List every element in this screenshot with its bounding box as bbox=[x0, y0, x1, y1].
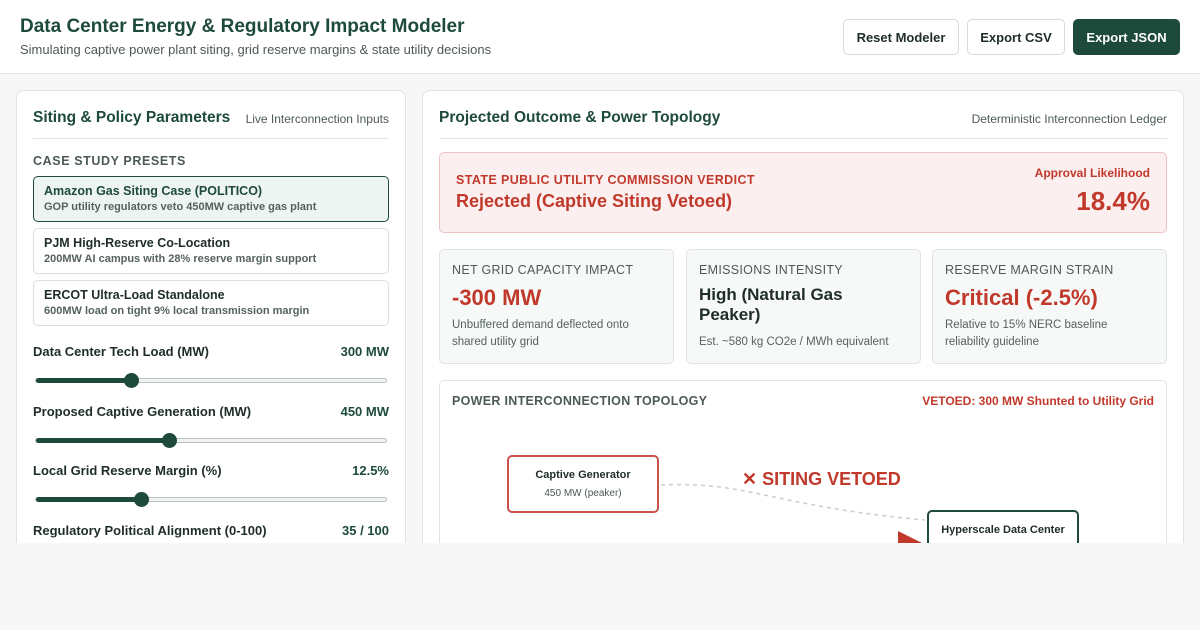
power-topology-diagram: POWER INTERCONNECTION TOPOLOGY VETOED: 3… bbox=[439, 380, 1167, 559]
reserve-margin-slider[interactable] bbox=[35, 492, 387, 507]
preset-title: ERCOT Ultra-Load Standalone bbox=[44, 288, 225, 302]
metric-value: Critical (-2.5%) bbox=[945, 285, 1098, 310]
preset-title: PJM High-Reserve Co-Location bbox=[44, 236, 231, 250]
slider-value: 450 MW bbox=[340, 404, 389, 419]
app-title: Data Center Energy & Regulatory Impact M… bbox=[20, 16, 465, 37]
slider-thumb[interactable] bbox=[123, 373, 139, 388]
slider-thumb[interactable] bbox=[162, 433, 177, 448]
preset-description: GOP utility regulators veto 450MW captiv… bbox=[44, 201, 317, 213]
projected-outcome-panel: Projected Outcome & Power Topology Deter… bbox=[422, 90, 1184, 560]
slider-label: Proposed Captive Generation (MW) bbox=[33, 404, 252, 419]
preset-ercot-ultra-load[interactable]: ERCOT Ultra-Load Standalone 600MW load o… bbox=[33, 280, 389, 326]
panel-header: Projected Outcome & Power Topology Deter… bbox=[439, 91, 1167, 139]
captive-generator-node[interactable]: Captive Generator 450 MW (peaker) bbox=[507, 455, 659, 513]
node-name: Hyperscale Data Center bbox=[941, 524, 1065, 536]
net-grid-capacity-card: NET GRID CAPACITY IMPACT -300 MW Unbuffe… bbox=[439, 249, 674, 364]
topology-status: VETOED: 300 MW Shunted to Utility Grid bbox=[922, 394, 1154, 408]
metric-note: Unbuffered demand deflected onto shared … bbox=[452, 319, 629, 348]
panel-title: Projected Outcome & Power Topology bbox=[439, 109, 721, 126]
metric-value: High (Natural Gas Peaker) bbox=[699, 285, 843, 324]
metric-note: Est. ~580 kg CO2e / MWh equivalent bbox=[699, 336, 889, 348]
topology-title: POWER INTERCONNECTION TOPOLOGY bbox=[452, 394, 708, 408]
presets-section-label: CASE STUDY PRESETS bbox=[33, 154, 186, 168]
emissions-intensity-card: EMISSIONS INTENSITY High (Natural Gas Pe… bbox=[686, 249, 921, 364]
approval-likelihood-value: 18.4% bbox=[1076, 186, 1150, 216]
metric-note: Relative to 15% NERC baseline reliabilit… bbox=[945, 319, 1108, 348]
panel-tag: Live Interconnection Inputs bbox=[245, 112, 389, 126]
app-header: Data Center Energy & Regulatory Impact M… bbox=[0, 0, 1200, 74]
reserve-margin-strain-card: RESERVE MARGIN STRAIN Critical (-2.5%) R… bbox=[932, 249, 1167, 364]
panel-header: Siting & Policy Parameters Live Intercon… bbox=[33, 91, 389, 139]
slider-fill bbox=[36, 438, 169, 443]
slider-fill bbox=[36, 378, 131, 383]
preset-pjm-high-reserve[interactable]: PJM High-Reserve Co-Location 200MW AI ca… bbox=[33, 228, 389, 274]
captive-generation-slider[interactable] bbox=[35, 433, 387, 448]
slider-label: Local Grid Reserve Margin (%) bbox=[33, 463, 222, 478]
panel-title: Siting & Policy Parameters bbox=[33, 109, 231, 126]
preset-amazon-gas-siting[interactable]: Amazon Gas Siting Case (POLITICO) GOP ut… bbox=[33, 176, 389, 222]
export-json-button[interactable]: Export JSON bbox=[1073, 19, 1180, 55]
metric-value: -300 MW bbox=[452, 285, 542, 310]
verdict-label: STATE PUBLIC UTILITY COMMISSION VERDICT bbox=[456, 173, 755, 187]
tech-load-slider[interactable] bbox=[35, 373, 387, 388]
page-background bbox=[0, 543, 1200, 630]
slider-value: 12.5% bbox=[352, 463, 389, 478]
commission-verdict-banner: STATE PUBLIC UTILITY COMMISSION VERDICT … bbox=[439, 152, 1167, 233]
preset-title: Amazon Gas Siting Case (POLITICO) bbox=[44, 184, 263, 198]
slider-thumb[interactable] bbox=[134, 492, 149, 507]
reset-modeler-button[interactable]: Reset Modeler bbox=[843, 19, 959, 55]
export-csv-button[interactable]: Export CSV bbox=[967, 19, 1065, 55]
slider-value: 35 / 100 bbox=[342, 523, 389, 538]
approval-likelihood-label: Approval Likelihood bbox=[1034, 166, 1150, 180]
metric-label: NET GRID CAPACITY IMPACT bbox=[452, 263, 634, 277]
siting-vetoed-label: ✕ SITING VETOED bbox=[742, 469, 901, 489]
preset-description: 200MW AI campus with 28% reserve margin … bbox=[44, 253, 317, 265]
slider-fill bbox=[36, 497, 141, 502]
verdict-value: Rejected (Captive Siting Vetoed) bbox=[456, 191, 733, 211]
slider-label: Regulatory Political Alignment (0-100) bbox=[33, 523, 267, 538]
metric-label: EMISSIONS INTENSITY bbox=[699, 263, 843, 277]
node-name: Captive Generator bbox=[535, 469, 631, 481]
metric-label: RESERVE MARGIN STRAIN bbox=[945, 263, 1114, 277]
app-subtitle: Simulating captive power plant siting, g… bbox=[20, 42, 492, 57]
node-capacity: 450 MW (peaker) bbox=[544, 488, 622, 499]
panel-tag: Deterministic Interconnection Ledger bbox=[971, 112, 1167, 126]
preset-description: 600MW load on tight 9% local transmissio… bbox=[44, 305, 310, 317]
siting-parameters-panel: Siting & Policy Parameters Live Intercon… bbox=[16, 90, 406, 560]
slider-label: Data Center Tech Load (MW) bbox=[33, 344, 209, 359]
slider-value: 300 MW bbox=[340, 344, 389, 359]
